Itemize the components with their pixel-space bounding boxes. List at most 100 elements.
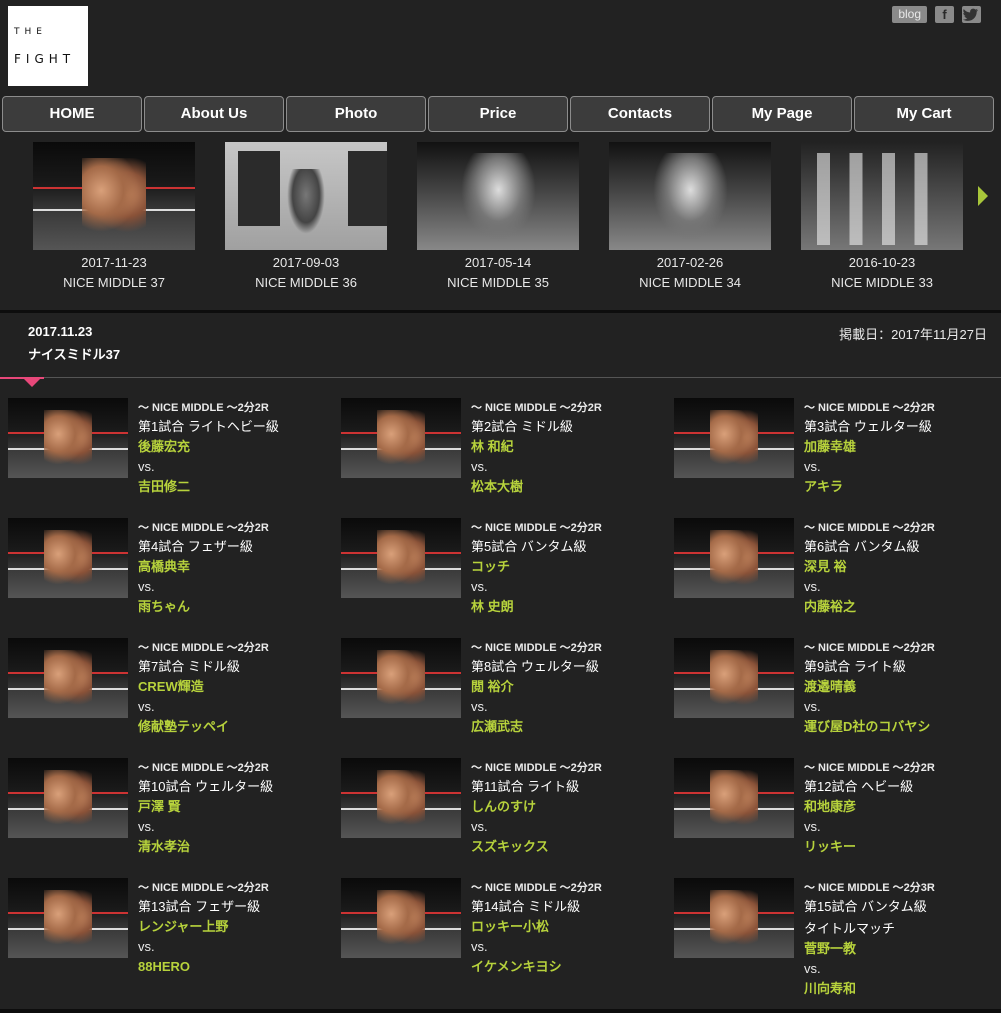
event-photo[interactable] — [609, 142, 771, 250]
section-divider — [0, 310, 1001, 313]
fighter-2-link[interactable]: 運び屋D社のコバヤシ — [804, 717, 994, 737]
fighter-2-link[interactable]: 広瀬武志 — [471, 717, 661, 737]
match-item[interactable]: ～ NICE MIDDLE ～2分2R 第9試合 ライト級 渡邉晴義 vs. 運び屋D社… — [674, 638, 994, 758]
event-card[interactable]: 2016-10-23 NICE MIDDLE 33 — [801, 142, 963, 293]
match-item[interactable]: ～ NICE MIDDLE ～2分2R 第3試合 ウェルター級 加藤幸雄 vs. アキラ — [674, 398, 994, 518]
event-photo[interactable] — [801, 142, 963, 250]
fighter-1-link[interactable]: コッチ — [471, 557, 661, 577]
event-card[interactable]: 2017-05-14 NICE MIDDLE 35 — [417, 142, 579, 293]
fighter-1-link[interactable]: 深見 裕 — [804, 557, 994, 577]
fighter-1-link[interactable]: CREW輝造 — [138, 677, 328, 697]
event-photo[interactable] — [417, 142, 579, 250]
nav-about-us[interactable]: About Us — [144, 96, 284, 132]
facebook-icon[interactable]: f — [935, 6, 954, 23]
match-series: ～ NICE MIDDLE ～2分2R — [138, 882, 269, 894]
match-bout: 第5試合 バンタム級 — [471, 539, 587, 554]
fighter-1-link[interactable]: 高橋典幸 — [138, 557, 328, 577]
match-photo[interactable] — [341, 518, 461, 598]
match-item[interactable]: ～ NICE MIDDLE ～2分2R 第14試合 ミドル級 ロッキー小松 vs. イケ… — [341, 878, 661, 998]
match-photo[interactable] — [674, 758, 794, 838]
match-item[interactable]: ～ NICE MIDDLE ～2分2R 第12試合 ヘビー級 和地康彦 vs. リッキー — [674, 758, 994, 878]
header-underline — [0, 377, 1001, 378]
fighter-1-link[interactable]: ロッキー小松 — [471, 917, 661, 937]
nav-my-cart[interactable]: My Cart — [854, 96, 994, 132]
fighter-1-link[interactable]: 渡邉晴義 — [804, 677, 994, 697]
event-card[interactable]: 2017-09-03 NICE MIDDLE 36 — [225, 142, 387, 293]
fighter-2-link[interactable]: 清水孝治 — [138, 837, 328, 857]
match-photo[interactable] — [8, 398, 128, 478]
match-photo[interactable] — [674, 398, 794, 478]
match-photo[interactable] — [8, 638, 128, 718]
match-bout: 第7試合 ミドル級 — [138, 659, 240, 674]
blog-button[interactable]: blog — [892, 6, 927, 23]
vs-label: vs. — [471, 819, 488, 834]
match-series: ～ NICE MIDDLE ～2分2R — [804, 402, 935, 414]
fighter-2-link[interactable]: 88HERO — [138, 957, 328, 977]
fighter-2-link[interactable]: イケメンキヨシ — [471, 957, 661, 977]
fighter-1-link[interactable]: しんのすけ — [471, 797, 661, 817]
match-item[interactable]: ～ NICE MIDDLE ～2分3R 第15試合 バンタム級 タイトルマッチ 菅野一… — [674, 878, 994, 998]
fighter-2-link[interactable]: 松本大樹 — [471, 477, 661, 497]
match-photo[interactable] — [341, 758, 461, 838]
fighter-1-link[interactable]: 林 和紀 — [471, 437, 661, 457]
fighter-1-link[interactable]: 和地康彦 — [804, 797, 994, 817]
fighter-1-link[interactable]: レンジャー上野 — [138, 917, 328, 937]
site-logo[interactable]: THE FIGHT — [8, 6, 88, 86]
match-bout: 第8試合 ウェルター級 — [471, 659, 599, 674]
match-item[interactable]: ～ NICE MIDDLE ～2分2R 第5試合 バンタム級 コッチ vs. 林 史朗 — [341, 518, 661, 638]
match-photo[interactable] — [341, 398, 461, 478]
fighter-2-link[interactable]: 吉田修二 — [138, 477, 328, 497]
twitter-icon[interactable] — [962, 6, 981, 23]
vs-label: vs. — [471, 579, 488, 594]
fighter-2-link[interactable]: リッキー — [804, 837, 994, 857]
match-photo[interactable] — [674, 518, 794, 598]
fighter-2-link[interactable]: 内藤裕之 — [804, 597, 994, 617]
vs-label: vs. — [804, 699, 821, 714]
fighter-1-link[interactable]: 加藤幸雄 — [804, 437, 994, 457]
match-item[interactable]: ～ NICE MIDDLE ～2分2R 第10試合 ウェルター級 戸澤 賢 vs. 清水… — [8, 758, 328, 878]
fighter-2-link[interactable]: アキラ — [804, 477, 994, 497]
logo-line-2: FIGHT — [14, 52, 76, 66]
match-item[interactable]: ～ NICE MIDDLE ～2分2R 第7試合 ミドル級 CREW輝造 vs. 修献塾… — [8, 638, 328, 758]
match-photo[interactable] — [341, 638, 461, 718]
match-item[interactable]: ～ NICE MIDDLE ～2分2R 第11試合 ライト級 しんのすけ vs. スズキ… — [341, 758, 661, 878]
nav-contacts[interactable]: Contacts — [570, 96, 710, 132]
match-info: ～ NICE MIDDLE ～2分2R 第11試合 ライト級 しんのすけ vs. スズキ… — [471, 761, 661, 857]
event-photo[interactable] — [33, 142, 195, 250]
event-card[interactable]: 2017-02-26 NICE MIDDLE 34 — [609, 142, 771, 293]
match-item[interactable]: ～ NICE MIDDLE ～2分2R 第6試合 バンタム級 深見 裕 vs. 内藤裕之 — [674, 518, 994, 638]
nav-my-page[interactable]: My Page — [712, 96, 852, 132]
match-item[interactable]: ～ NICE MIDDLE ～2分2R 第2試合 ミドル級林 和紀 vs. 松本大樹 — [341, 398, 661, 518]
vs-label: vs. — [138, 579, 155, 594]
match-info: ～ NICE MIDDLE ～2分2R 第8試合 ウェルター級閲 裕介 vs. 広瀬武… — [471, 641, 661, 737]
event-photo[interactable] — [225, 142, 387, 250]
match-series: ～ NICE MIDDLE ～2分2R — [138, 642, 269, 654]
fighter-1-link[interactable]: 後藤宏充 — [138, 437, 328, 457]
fighter-2-link[interactable]: 雨ちゃん — [138, 597, 328, 617]
match-photo[interactable] — [674, 878, 794, 958]
fighter-2-link[interactable]: 川向寿和 — [804, 979, 994, 999]
match-photo[interactable] — [674, 638, 794, 718]
match-item[interactable]: ～ NICE MIDDLE ～2分2R 第4試合 フェザー級 高橋典幸 vs. 雨ちゃん — [8, 518, 328, 638]
match-series: ～ NICE MIDDLE ～2分2R — [471, 762, 602, 774]
match-photo[interactable] — [341, 878, 461, 958]
match-photo[interactable] — [8, 758, 128, 838]
match-item[interactable]: ～ NICE MIDDLE ～2分2R 第8試合 ウェルター級閲 裕介 vs. 広瀬武… — [341, 638, 661, 758]
fighter-2-link[interactable]: 林 史朗 — [471, 597, 661, 617]
match-item[interactable]: ～ NICE MIDDLE ～2分2R 第13試合 フェザー級 レンジャー上野 vs.… — [8, 878, 328, 998]
match-item[interactable]: ～ NICE MIDDLE ～2分2R 第1試合 ライトヘビー級 後藤宏充 vs. 吉田… — [8, 398, 328, 518]
fighter-2-link[interactable]: スズキックス — [471, 837, 661, 857]
match-photo[interactable] — [8, 878, 128, 958]
vs-label: vs. — [471, 459, 488, 474]
fighter-1-link[interactable]: 戸澤 賢 — [138, 797, 328, 817]
fighter-1-link[interactable]: 閲 裕介 — [471, 677, 661, 697]
fighter-2-link[interactable]: 修献塾テッペイ — [138, 717, 328, 737]
nav-photo[interactable]: Photo — [286, 96, 426, 132]
nav-price[interactable]: Price — [428, 96, 568, 132]
nav-home[interactable]: HOME — [2, 96, 142, 132]
fighter-1-link[interactable]: 菅野一教 — [804, 939, 994, 959]
match-photo[interactable] — [8, 518, 128, 598]
header-pointer — [24, 379, 40, 387]
chevron-right-icon[interactable] — [978, 186, 988, 206]
event-card[interactable]: 2017-11-23 NICE MIDDLE 37 — [33, 142, 195, 293]
